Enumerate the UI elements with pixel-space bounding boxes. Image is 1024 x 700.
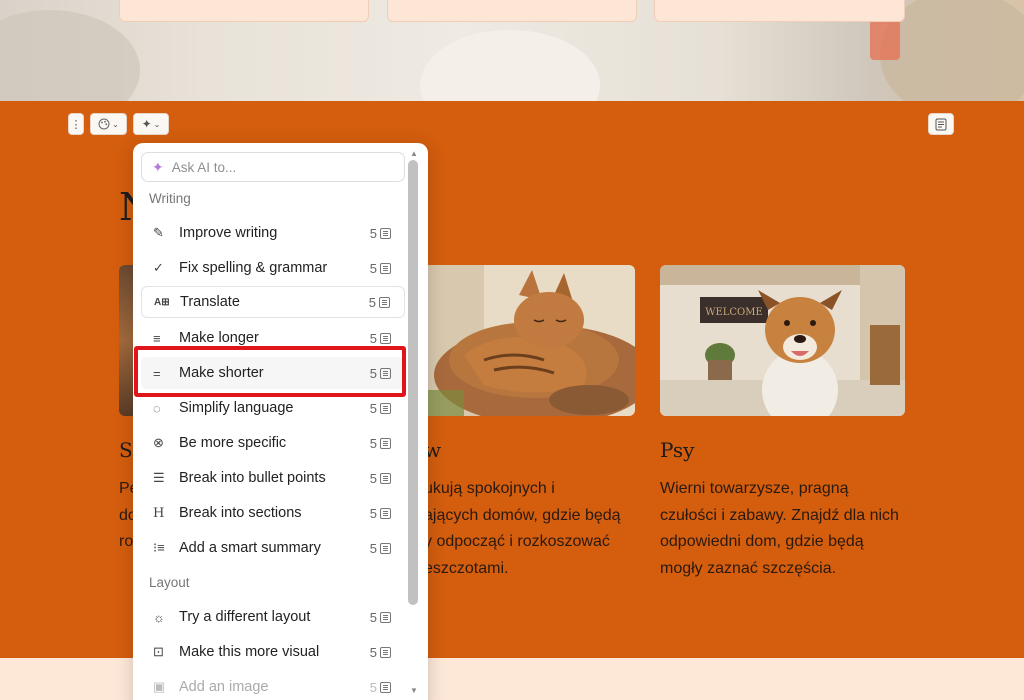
credit-icon: [380, 402, 391, 414]
card-text-line: czułości i zabawy. Znajdź dla nich: [660, 506, 899, 524]
credit-cost: 5: [370, 331, 391, 346]
chevron-down-icon: ⌄: [112, 119, 119, 129]
group-label-writing: Writing: [149, 191, 191, 206]
hero-background: [0, 0, 1024, 101]
menu-item-label: Simplify language: [179, 400, 294, 416]
credit-cost: 5: [370, 436, 391, 451]
welcome-sign-text: WELCOME: [705, 307, 763, 318]
credit-cost: 5: [370, 471, 391, 486]
translate-icon: A⊞: [154, 296, 170, 308]
credit-icon: [380, 542, 391, 554]
palette-icon: [98, 118, 110, 130]
credit-cost: 5: [370, 645, 391, 660]
card-text-line: odpowiedni dom, gdzie będą: [660, 533, 864, 550]
menu-item-label: Be more specific: [179, 435, 287, 451]
card-text-line: ukują spokojnych i: [424, 480, 555, 497]
credit-cost: 5: [370, 506, 391, 521]
hero-card: [119, 0, 369, 22]
card-image-dog: WELCOME: [660, 265, 905, 416]
ask-ai-input[interactable]: ✦ Ask AI to...: [141, 152, 405, 182]
card-text-line: mogły zaznać szczęścia.: [660, 559, 837, 577]
ask-ai-placeholder: Ask AI to...: [171, 159, 237, 175]
card-title-dogs: Psy: [660, 438, 695, 462]
menu-item-bullet-points[interactable]: ☰ Break into bullet points 5: [141, 462, 405, 494]
card-text-line: y odpocząć i rozkoszować: [424, 533, 610, 550]
credit-cost: 5: [370, 680, 391, 695]
notes-icon: [935, 118, 947, 130]
menu-item-label: Try a different layout: [179, 609, 311, 625]
group-label-layout: Layout: [149, 575, 190, 590]
menu-item-label: Break into sections: [179, 505, 302, 521]
credit-cost: 5: [370, 610, 391, 625]
credit-icon: [380, 262, 391, 274]
card-text-line: eszczotami.: [424, 559, 509, 577]
visual-icon: ⊡: [153, 644, 164, 659]
menu-scrollbar-thumb[interactable]: [408, 160, 418, 605]
sparkle-icon: ✦: [141, 117, 152, 131]
credit-icon: [380, 507, 391, 519]
lines-icon: ≡: [153, 330, 161, 346]
lightbulb-icon: ☼: [153, 609, 165, 625]
credit-icon: [380, 472, 391, 484]
hero-card: [387, 0, 637, 22]
hero-shape: [0, 10, 140, 101]
palette-button[interactable]: ⌄: [90, 113, 127, 135]
card-text-kittens: ukują spokojnych i ających domów, gdzie …: [424, 476, 621, 582]
menu-item-add-image[interactable]: ▣ Add an image 5: [141, 671, 405, 700]
speech-bubble-icon: ◌: [153, 400, 161, 416]
menu-item-label: Fix spelling & grammar: [179, 260, 328, 276]
card-text-line: ających domów, gdzie będą: [424, 506, 621, 524]
credit-icon: [380, 681, 391, 693]
menu-item-different-layout[interactable]: ☼ Try a different layout 5: [141, 601, 405, 633]
highlight-box: [134, 346, 406, 397]
credit-icon: [380, 611, 391, 623]
ai-button[interactable]: ✦ ⌄: [133, 113, 169, 135]
check-icon: ✓: [153, 260, 164, 275]
heading-icon: H: [153, 505, 165, 521]
hero-shape: [870, 20, 900, 60]
sparkle-icon: ✦: [152, 158, 164, 175]
credit-cost: 5: [370, 401, 391, 416]
ai-menu: ✦ Ask AI to... Writing ✎ Improve writing…: [133, 143, 428, 700]
menu-item-improve-writing[interactable]: ✎ Improve writing 5: [141, 217, 405, 249]
credit-icon: [380, 646, 391, 658]
credit-cost: 5: [370, 226, 391, 241]
card-text-dogs: Wierni towarzysze, pragną czułości i zab…: [660, 476, 899, 582]
menu-item-label: Make this more visual: [179, 644, 320, 660]
menu-item-label: Make longer: [179, 330, 259, 346]
card-text-line: Wierni towarzysze, pragną: [660, 480, 849, 497]
menu-item-smart-summary[interactable]: ⁝≡ Add a smart summary 5: [141, 532, 405, 564]
credit-icon: [380, 437, 391, 449]
drag-handle-icon[interactable]: ⋮: [68, 113, 84, 135]
notes-button[interactable]: [928, 113, 954, 135]
chevron-down-icon: ⌄: [153, 119, 161, 129]
summary-list-icon: ⁝≡: [153, 540, 165, 555]
menu-item-translate[interactable]: A⊞ Translate 5: [141, 286, 405, 318]
menu-item-label: Add a smart summary: [179, 540, 321, 556]
credit-cost: 5: [370, 261, 391, 276]
menu-item-be-more-specific[interactable]: ⊗ Be more specific 5: [141, 427, 405, 459]
target-icon: ⊗: [153, 435, 164, 450]
card-image-sleeping-cat: [424, 265, 635, 416]
credit-cost: 5: [370, 541, 391, 556]
menu-item-fix-spelling[interactable]: ✓ Fix spelling & grammar 5: [141, 252, 405, 284]
menu-item-more-visual[interactable]: ⊡ Make this more visual 5: [141, 636, 405, 668]
menu-item-break-into-sections[interactable]: H Break into sections 5: [141, 497, 405, 529]
credit-icon: [379, 296, 390, 308]
menu-item-label: Add an image: [179, 679, 269, 695]
credit-cost: 5: [369, 295, 390, 310]
credit-icon: [380, 332, 391, 344]
menu-item-label: Break into bullet points: [179, 470, 326, 486]
scroll-down-arrow[interactable]: ▼: [410, 686, 418, 695]
hero-card: [654, 0, 905, 22]
menu-item-label: Improve writing: [179, 225, 278, 241]
menu-item-label: Translate: [180, 294, 240, 310]
pen-icon: ✎: [153, 225, 164, 240]
bullet-list-icon: ☰: [153, 470, 165, 485]
credit-icon: [380, 227, 391, 239]
scroll-up-arrow[interactable]: ▲: [410, 149, 418, 158]
image-icon: ▣: [153, 679, 166, 694]
hero-shape: [420, 30, 600, 101]
